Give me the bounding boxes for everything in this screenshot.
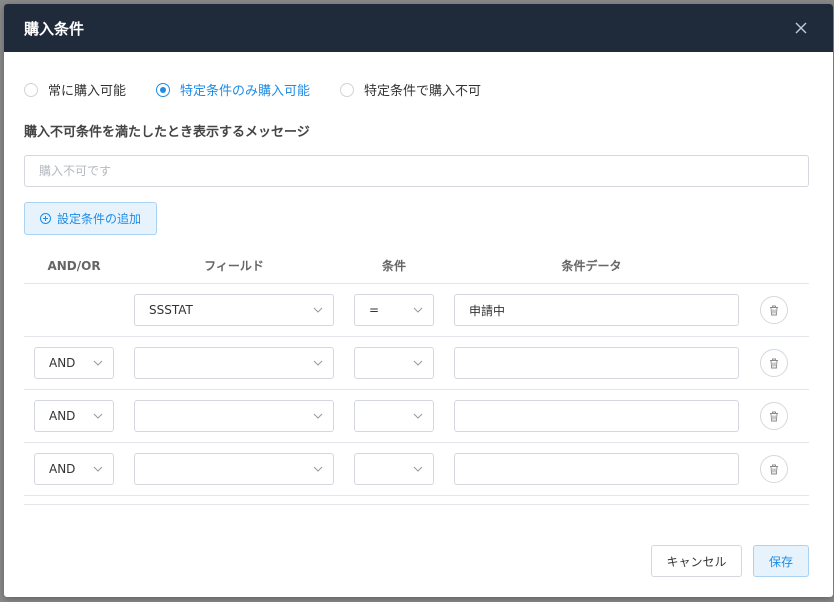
- condition-data-input[interactable]: 申請中: [454, 294, 739, 326]
- delete-cell: [739, 296, 809, 324]
- chevron-down-icon: [313, 360, 323, 366]
- condition-data-input[interactable]: [454, 347, 739, 379]
- field-cell: [124, 347, 344, 379]
- condition-data-input[interactable]: [454, 400, 739, 432]
- radio-label: 常に購入可能: [48, 84, 127, 99]
- condition-select[interactable]: [354, 453, 434, 485]
- delete-row-button[interactable]: [760, 349, 788, 377]
- chevron-down-icon: [93, 413, 103, 419]
- chevron-down-icon: [413, 466, 423, 472]
- add-condition-label: 設定条件の追加: [56, 212, 141, 226]
- trash-icon: [770, 358, 778, 368]
- message-input[interactable]: [24, 155, 809, 187]
- condition-select[interactable]: =: [354, 294, 434, 326]
- field-cell: [124, 400, 344, 432]
- radio-circle[interactable]: [340, 82, 355, 97]
- radio-conditional-purchasable[interactable]: 特定条件のみ購入可能: [156, 80, 310, 99]
- delete-row-button[interactable]: [760, 402, 788, 430]
- andor-select-value: AND: [49, 409, 76, 423]
- condition-cell: =: [344, 294, 444, 326]
- delete-row-button[interactable]: [760, 296, 788, 324]
- purchase-conditions-dialog: 購入条件 常に購入可能 特定条件のみ購入可能 特定条件で購入不可 購入不可条件を…: [4, 4, 833, 597]
- save-button[interactable]: 保存: [753, 545, 809, 577]
- radio-circle[interactable]: [24, 82, 38, 97]
- chevron-down-icon: [93, 360, 103, 366]
- radio-label: 特定条件で購入不可: [364, 84, 482, 99]
- table-row: AND: [24, 390, 809, 443]
- table-row: AND: [24, 443, 809, 496]
- trash-icon: [770, 411, 778, 421]
- chevron-down-icon: [413, 413, 423, 419]
- andor-select-value: AND: [49, 462, 76, 476]
- andor-select-value: AND: [49, 356, 76, 370]
- data-cell: [444, 453, 739, 485]
- delete-cell: [739, 455, 809, 483]
- radio-circle-checked[interactable]: [156, 82, 171, 97]
- delete-cell: [739, 402, 809, 430]
- delete-cell: [739, 349, 809, 377]
- conditions-table: AND/OR フィールド 条件 条件データ SSSTAT = 申請中 AND A…: [24, 248, 809, 496]
- footer-divider: [24, 504, 809, 505]
- header-andor: AND/OR: [47, 258, 101, 273]
- radio-label: 特定条件のみ購入可能: [180, 84, 311, 99]
- header-field: フィールド: [204, 259, 264, 273]
- condition-data-input[interactable]: [454, 453, 739, 485]
- andor-cell: AND: [24, 453, 124, 485]
- message-label: 購入不可条件を満たしたとき表示するメッセージ: [24, 125, 310, 140]
- field-select[interactable]: [134, 453, 334, 485]
- table-row: SSSTAT = 申請中: [24, 284, 809, 337]
- chevron-down-icon: [93, 466, 103, 472]
- cancel-button[interactable]: キャンセル: [651, 545, 742, 577]
- trash-icon: [770, 305, 778, 315]
- field-cell: SSSTAT: [124, 294, 344, 326]
- dialog-header: 購入条件: [4, 4, 833, 52]
- purchase-mode-radio-group: 常に購入可能 特定条件のみ購入可能 特定条件で購入不可: [24, 80, 511, 99]
- add-condition-button[interactable]: 設定条件の追加: [24, 202, 157, 235]
- data-cell: 申請中: [444, 294, 739, 326]
- field-select[interactable]: [134, 400, 334, 432]
- table-header: AND/OR フィールド 条件 条件データ: [24, 248, 809, 284]
- dialog-title: 購入条件: [24, 19, 85, 38]
- condition-cell: [344, 400, 444, 432]
- chevron-down-icon: [313, 307, 323, 313]
- chevron-down-icon: [413, 360, 423, 366]
- chevron-down-icon: [413, 307, 423, 313]
- plus-circle-icon: [39, 213, 51, 224]
- data-cell: [444, 400, 739, 432]
- field-select[interactable]: [134, 347, 334, 379]
- chevron-down-icon: [313, 466, 323, 472]
- andor-select[interactable]: AND: [34, 400, 114, 432]
- condition-cell: [344, 347, 444, 379]
- andor-select[interactable]: AND: [34, 453, 114, 485]
- radio-always-purchasable[interactable]: 常に購入可能: [24, 80, 126, 99]
- condition-select[interactable]: [354, 400, 434, 432]
- condition-select[interactable]: [354, 347, 434, 379]
- radio-conditional-not-purchasable[interactable]: 特定条件で購入不可: [340, 80, 481, 99]
- field-select[interactable]: SSSTAT: [134, 294, 334, 326]
- delete-row-button[interactable]: [760, 455, 788, 483]
- andor-select[interactable]: AND: [34, 347, 114, 379]
- andor-cell: AND: [24, 347, 124, 379]
- field-cell: [124, 453, 344, 485]
- data-cell: [444, 347, 739, 379]
- chevron-down-icon: [313, 413, 323, 419]
- field-select-value: SSSTAT: [149, 303, 193, 317]
- header-condition: 条件: [381, 259, 406, 273]
- condition-select-value: =: [369, 303, 380, 317]
- trash-icon: [770, 464, 778, 474]
- andor-cell: AND: [24, 400, 124, 432]
- table-row: AND: [24, 337, 809, 390]
- close-button[interactable]: [789, 16, 813, 40]
- condition-cell: [344, 453, 444, 485]
- close-icon: [795, 22, 807, 34]
- header-data: 条件データ: [561, 259, 622, 273]
